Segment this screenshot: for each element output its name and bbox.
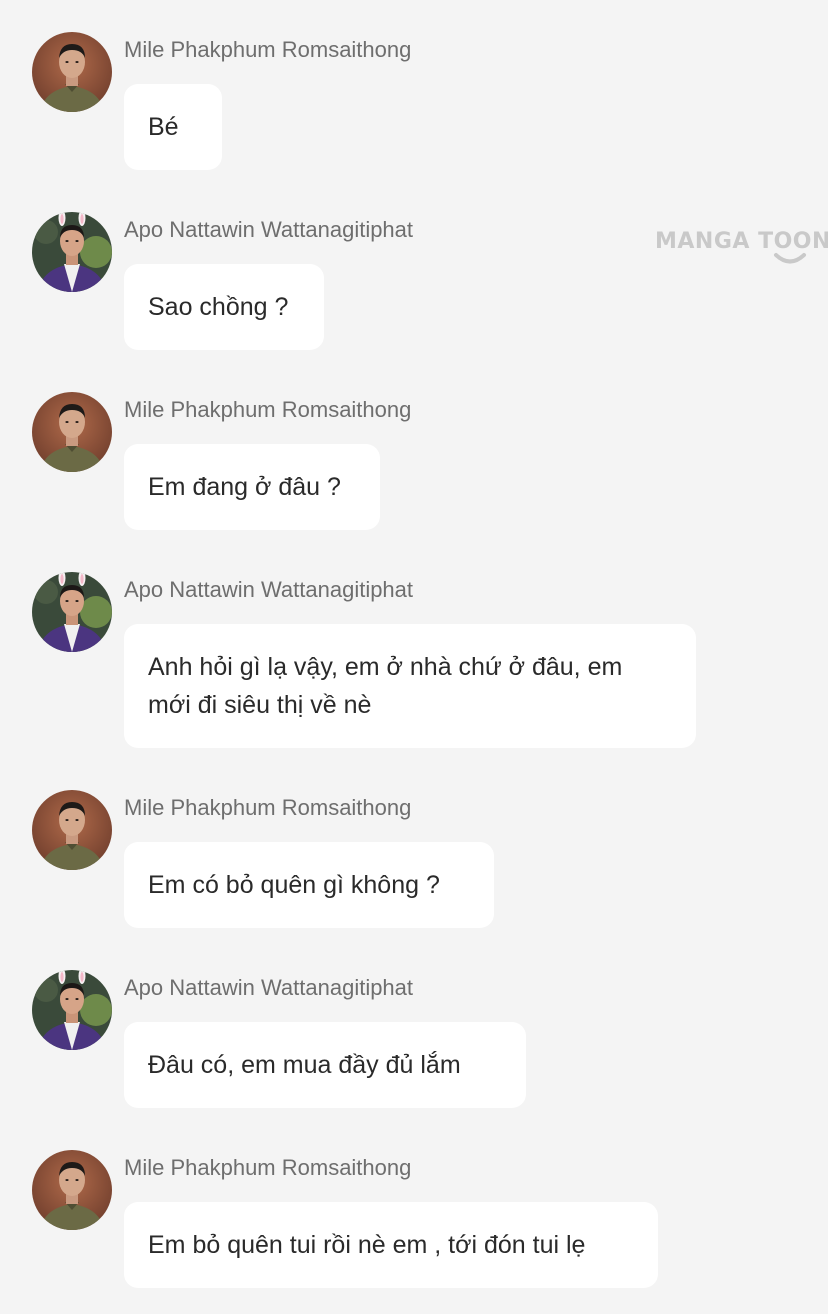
sender-name: Mile Phakphum Romsaithong <box>124 397 412 422</box>
message-bubble[interactable]: Sao chồng ? <box>124 264 324 350</box>
sender-name: Apo Nattawin Wattanagitiphat <box>124 217 414 242</box>
message-row: Mile Phakphum Romsaithong Em đang ở đâu … <box>0 392 828 562</box>
man-portrait-icon <box>32 1150 112 1230</box>
man-portrait-icon <box>32 790 112 870</box>
avatar[interactable] <box>32 1150 112 1230</box>
message-bubble[interactable]: Bé <box>124 84 222 170</box>
sender-name: Mile Phakphum Romsaithong <box>124 1155 412 1180</box>
avatar[interactable] <box>32 392 112 472</box>
sender-name: Apo Nattawin Wattanagitiphat <box>124 975 414 1000</box>
sender-name: Mile Phakphum Romsaithong <box>124 37 412 62</box>
man-portrait-icon <box>32 32 112 112</box>
man-portrait-icon <box>32 572 112 652</box>
man-portrait-icon <box>32 212 112 292</box>
message-bubble[interactable]: Em bỏ quên tui rồi nè em , tới đón tui l… <box>124 1202 658 1288</box>
message-bubble[interactable]: Em đang ở đâu ? <box>124 444 380 530</box>
man-portrait-icon <box>32 392 112 472</box>
avatar[interactable] <box>32 32 112 112</box>
chat-thread: MANGA TOON Mile Phakphum Romsaithong Bé <box>0 0 828 1314</box>
sender-name: Apo Nattawin Wattanagitiphat <box>124 577 414 602</box>
man-portrait-icon <box>32 970 112 1050</box>
message-row: Mile Phakphum Romsaithong Em có bỏ quên … <box>0 790 828 960</box>
message-bubble[interactable]: Em có bỏ quên gì không ? <box>124 842 494 928</box>
avatar[interactable] <box>32 790 112 870</box>
message-bubble[interactable]: Anh hỏi gì lạ vậy, em ở nhà chứ ở đâu, e… <box>124 624 696 748</box>
message-row: Apo Nattawin Wattanagitiphat Anh hỏi gì … <box>0 572 828 748</box>
message-row: Mile Phakphum Romsaithong Em bỏ quên tui… <box>0 1150 828 1314</box>
message-bubble[interactable]: Đâu có, em mua đầy đủ lắm <box>124 1022 526 1108</box>
avatar[interactable] <box>32 572 112 652</box>
message-row: Mile Phakphum Romsaithong Bé <box>0 32 828 202</box>
message-row: Apo Nattawin Wattanagitiphat Sao chồng ? <box>0 212 828 382</box>
message-row: Apo Nattawin Wattanagitiphat Đâu có, em … <box>0 970 828 1140</box>
sender-name: Mile Phakphum Romsaithong <box>124 795 412 820</box>
avatar[interactable] <box>32 212 112 292</box>
avatar[interactable] <box>32 970 112 1050</box>
